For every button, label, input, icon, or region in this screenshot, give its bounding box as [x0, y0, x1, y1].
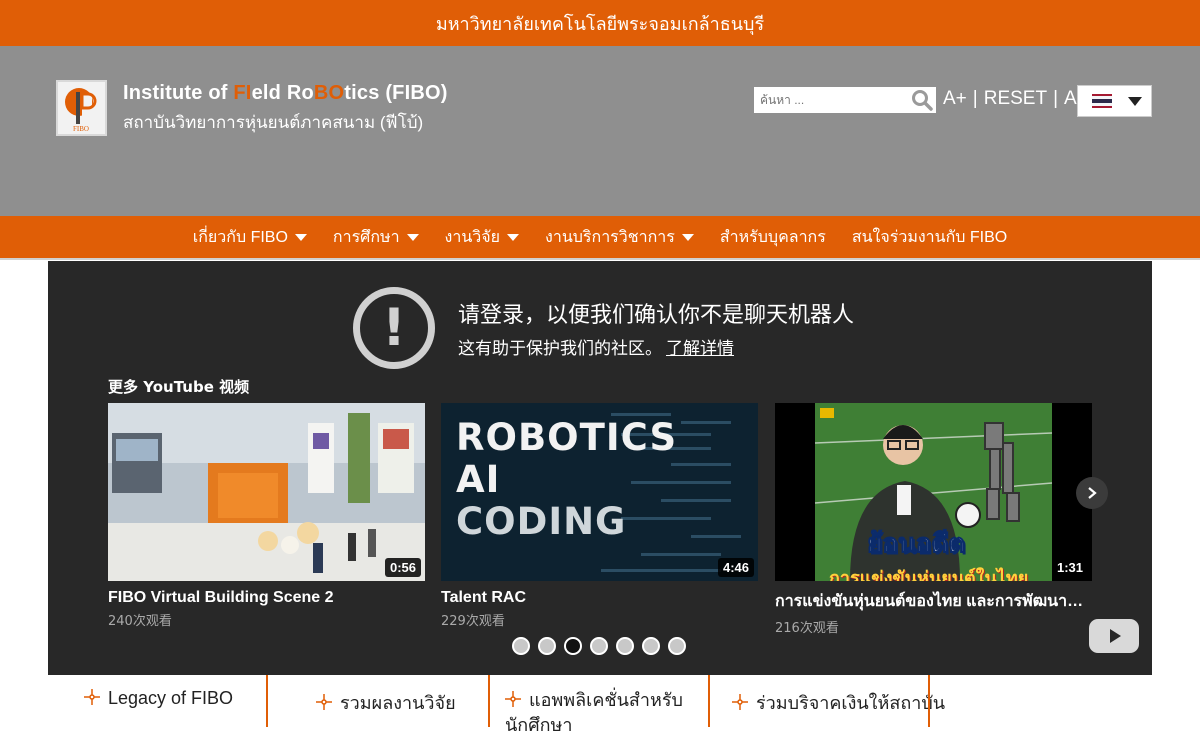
video-card[interactable]: 0:56 FIBO Virtual Building Scene 2 240次观…	[108, 403, 425, 629]
quick-link-student-app[interactable]: แอพพลิเคชั่นสำหรับนักศึกษา	[505, 688, 685, 753]
video-views: 216次观看	[775, 621, 839, 636]
carousel-pagination	[512, 637, 686, 655]
nav-item[interactable]: สำหรับบุคลากร	[720, 225, 826, 250]
crosshair-icon	[505, 689, 521, 713]
video-duration: 4:46	[717, 558, 754, 577]
carousel-dot[interactable]	[512, 637, 530, 655]
separator: |	[1053, 88, 1059, 109]
more-videos-heading: 更多 YouTube 视频	[108, 378, 250, 396]
main-navigation: เกี่ยวกับ FIBO การศึกษา งานวิจัย งานบริการว…	[0, 216, 1200, 258]
nav-item[interactable]: งานวิจัย	[444, 225, 520, 250]
nav-item-label: งานบริการวิชาการ	[545, 228, 675, 246]
signin-message-title: 请登录，以便我们确认你不是聊天机器人	[458, 303, 855, 328]
carousel-dot[interactable]	[642, 637, 660, 655]
nav-item-label: สนใจร่วมงานกับ FIBO	[851, 228, 1008, 246]
university-name: มหาวิทยาลัยเทคโนโลยีพระจอมเกล้าธนบุรี	[435, 13, 765, 34]
nav-item-label: เกี่ยวกับ FIBO	[192, 228, 288, 246]
nav-item[interactable]: เกี่ยวกับ FIBO	[193, 225, 307, 250]
caret-down-icon	[681, 233, 694, 241]
language-selector[interactable]	[1077, 85, 1152, 117]
video-duration: 1:31	[1051, 558, 1088, 577]
brand-thai-name: สถาบันวิทยาการหุ่นยนต์ภาคสนาม (ฟีโบ้)	[123, 113, 424, 132]
video-thumbnail[interactable]: ย้อนอดีต การแข่งขันหุ่นยนต์ในไทย 1:31	[775, 403, 1092, 581]
site-header: FIBO Institute of FIeld RoBOtics (FIBO) …	[0, 46, 1200, 216]
font-size-controls: A+ | RESET | A-	[943, 88, 1083, 110]
brand-english-name: Institute of FIeld RoBOtics (FIBO)	[123, 82, 448, 104]
caret-down-icon	[294, 233, 307, 241]
brand-block: Institute of FIeld RoBOtics (FIBO) สถาบั…	[123, 82, 448, 136]
nav-item[interactable]: การศึกษา	[333, 225, 419, 250]
carousel-dot[interactable]	[538, 637, 556, 655]
signin-message-subtitle: 这有助于保护我们的社区。 了解详情	[458, 339, 734, 359]
video-thumbnail[interactable]: 0:56	[108, 403, 425, 581]
logo-text: FIBO	[73, 125, 89, 133]
video-views: 229次观看	[441, 614, 505, 629]
font-reset-button[interactable]: RESET	[984, 88, 1047, 110]
video-duration: 0:56	[384, 558, 421, 577]
video-card[interactable]: ย้อนอดีต การแข่งขันหุ่นยนต์ในไทย 1:31 กา…	[775, 403, 1092, 636]
quick-links: Legacy of FIBO รวมผลงานวิจัย แอพพลิเคชั่…	[48, 675, 1152, 740]
separator: |	[972, 88, 978, 109]
crosshair-icon	[84, 688, 100, 710]
crosshair-icon	[732, 693, 748, 715]
carousel-dot[interactable]	[564, 637, 582, 655]
caret-down-icon	[507, 233, 520, 241]
chevron-down-icon	[1128, 96, 1142, 106]
divider	[928, 675, 930, 727]
youtube-embed: ! 请登录，以便我们确认你不是聊天机器人 这有助于保护我们的社区。 了解详情 更多…	[48, 261, 1152, 675]
fibo-logo[interactable]: FIBO	[56, 80, 107, 136]
video-title[interactable]: การแข่งขันหุ่นยนต์ของไทย และการพัฒนาทีมห…	[775, 589, 1092, 614]
thumbnail-text: ROBOTICS AI CODING	[456, 416, 678, 543]
nav-item-label: การศึกษา	[332, 228, 400, 246]
video-views: 240次观看	[108, 614, 172, 629]
video-title[interactable]: Talent RAC	[441, 589, 758, 607]
thai-flag-icon	[1092, 94, 1112, 108]
divider	[0, 258, 1200, 260]
crosshair-icon	[316, 693, 332, 715]
video-title[interactable]: FIBO Virtual Building Scene 2	[108, 589, 425, 607]
carousel-dot[interactable]	[616, 637, 634, 655]
nav-item[interactable]: สนใจร่วมงานกับ FIBO	[852, 225, 1007, 250]
warning-icon: !	[353, 287, 435, 369]
university-banner: มหาวิทยาลัยเทคโนโลยีพระจอมเกล้าธนบุรี	[0, 0, 1200, 46]
thumbnail-text: ย้อนอดีต	[866, 528, 966, 559]
youtube-logo-icon[interactable]	[1089, 619, 1139, 653]
quick-link-legacy[interactable]: Legacy of FIBO	[84, 688, 233, 753]
nav-item-label: งานวิจัย	[444, 228, 501, 246]
video-card[interactable]: ROBOTICS AI CODING 4:46 Talent RAC 229次观…	[441, 403, 758, 629]
chevron-right-icon	[1088, 487, 1097, 499]
quick-link-donate[interactable]: ร่วมบริจาคเงินให้สถาบัน	[732, 688, 945, 753]
divider	[488, 675, 490, 727]
nav-item[interactable]: งานบริการวิชาการ	[545, 225, 694, 250]
search-input[interactable]	[754, 88, 904, 112]
font-increase-button[interactable]: A+	[943, 88, 967, 110]
learn-more-link[interactable]: 了解详情	[666, 339, 734, 359]
divider	[266, 675, 268, 727]
caret-down-icon	[406, 233, 419, 241]
carousel-dot[interactable]	[590, 637, 608, 655]
search-icon[interactable]	[911, 89, 933, 111]
next-arrow-button[interactable]	[1076, 477, 1108, 509]
thumbnail-subtext: การแข่งขันหุ่นยนต์ในไทย	[829, 568, 1029, 581]
video-thumbnail[interactable]: ROBOTICS AI CODING 4:46	[441, 403, 758, 581]
nav-item-label: สำหรับบุคลากร	[719, 228, 826, 246]
quick-link-research[interactable]: รวมผลงานวิจัย	[316, 688, 456, 753]
divider	[708, 675, 710, 727]
search-box	[754, 87, 936, 113]
carousel-dot[interactable]	[668, 637, 686, 655]
